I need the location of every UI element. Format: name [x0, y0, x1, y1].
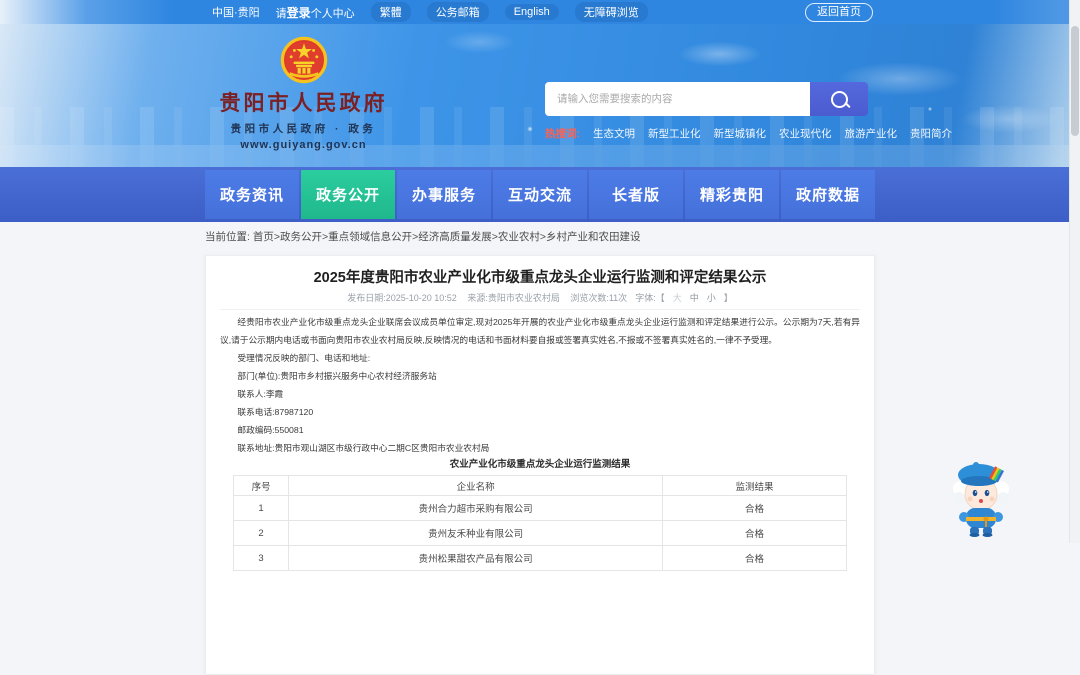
hot-word-link[interactable]: 农业现代化 — [779, 126, 832, 141]
nav-item-banshi-fuwu[interactable]: 办事服务 — [397, 170, 491, 219]
col-header-result: 监测结果 — [662, 475, 847, 496]
breadcrumb-path[interactable]: 首页>政务公开>重点领域信息公开>经济高质量发展>农业农村>乡村产业和农田建设 — [253, 231, 641, 243]
scrollbar-track[interactable] — [1069, 0, 1080, 543]
font-size-small-button[interactable]: 小 — [707, 293, 716, 303]
font-size-label: 字体:【 — [635, 293, 665, 303]
search-button[interactable] — [810, 82, 868, 116]
back-home-button[interactable]: 返回首页 — [805, 3, 873, 22]
article-card: 2025年度贵阳市农业产业化市级重点龙头企业运行监测和评定结果公示 发布日期:2… — [205, 255, 875, 675]
hot-word-link[interactable]: 新型工业化 — [648, 126, 701, 141]
col-header-no: 序号 — [232, 475, 290, 496]
site-subtitle: 贵阳市人民政府 · 政务 — [230, 123, 377, 135]
hot-word-link[interactable]: 旅游产业化 — [845, 126, 898, 141]
cell-result: 合格 — [662, 520, 847, 546]
cell-result: 合格 — [662, 495, 847, 521]
cell-company: 贵州合力超市采购有限公司 — [288, 495, 664, 521]
publish-date: 发布日期:2025-10-20 10:52 — [347, 293, 457, 303]
col-header-company: 企业名称 — [288, 475, 664, 496]
site-title: 贵阳市人民政府 — [219, 91, 388, 115]
cell-no: 2 — [232, 520, 290, 546]
traditional-chinese-link[interactable]: 繁體 — [370, 2, 411, 22]
cell-no: 3 — [232, 545, 290, 571]
national-emblem-icon — [280, 36, 327, 84]
english-link[interactable]: English — [504, 4, 559, 20]
top-utility-bar: 中国·贵阳 请登录个人中心 繁體 公务邮箱 English 无障碍浏览 返回首页 — [0, 0, 1080, 24]
article-paragraph: 联系人:李霞 — [237, 389, 284, 399]
font-size-label-close: 】 — [723, 293, 733, 303]
nav-item-zhengwu-gongkai[interactable]: 政务公开 — [301, 170, 395, 219]
article-paragraph: 受理情况反映的部门、电话和地址: — [237, 353, 371, 363]
article-paragraph: 经贵阳市农业产业化市级重点龙头企业联席会议成员单位审定,现对2025年开展的农业… — [220, 317, 860, 345]
font-size-medium-button[interactable]: 中 — [690, 293, 699, 303]
login-link[interactable]: 请登录个人中心 — [276, 4, 355, 21]
topbar-links: 中国·贵阳 请登录个人中心 繁體 公务邮箱 English 无障碍浏览 — [212, 2, 648, 22]
nav-item-zhengfu-shuju[interactable]: 政府数据 — [781, 170, 875, 219]
nav-items: 政务资讯 政务公开 办事服务 互动交流 长者版 精彩贵阳 政府数据 — [205, 170, 875, 219]
nav-item-zhangzhe-ban[interactable]: 长者版 — [589, 170, 683, 219]
breadcrumb-label: 当前位置: — [205, 231, 250, 243]
login-suffix: 个人中心 — [310, 7, 355, 20]
official-mail-link[interactable]: 公务邮箱 — [426, 2, 489, 22]
nav-item-zhengwu-zixun[interactable]: 政务资讯 — [205, 170, 299, 219]
hot-word-link[interactable]: 新型城镇化 — [714, 126, 767, 141]
cell-no: 1 — [232, 495, 290, 521]
login-prefix: 请 — [275, 7, 287, 20]
nav-item-hudong-jiaoliu[interactable]: 互动交流 — [493, 170, 587, 219]
view-count: 浏览次数:11次 — [570, 293, 628, 303]
breadcrumb: 当前位置: 首页>政务公开>重点领域信息公开>经济高质量发展>农业农村>乡村产业… — [205, 229, 641, 244]
main-navigation: 政务资讯 政务公开 办事服务 互动交流 长者版 精彩贵阳 政府数据 — [0, 167, 1080, 222]
hot-search-words: 热搜词: 生态文明 新型工业化 新型城镇化 农业现代化 旅游产业化 贵阳简介 — [545, 126, 952, 141]
site-url: www.guiyang.gov.cn — [240, 139, 367, 151]
monitor-result-table: 序号 企业名称 监测结果 1 贵州合力超市采购有限公司 合格 2 贵州友禾种业有… — [232, 475, 847, 571]
search-input[interactable] — [545, 82, 810, 116]
hot-search-label: 热搜词: — [545, 128, 580, 140]
hot-word-link[interactable]: 生态文明 — [593, 126, 635, 141]
search-box — [545, 82, 870, 116]
nav-item-jingcai-guiyang[interactable]: 精彩贵阳 — [685, 170, 779, 219]
accessibility-link[interactable]: 无障碍浏览 — [574, 2, 648, 22]
article-title: 2025年度贵阳市农业产业化市级重点龙头企业运行监测和评定结果公示 — [313, 270, 767, 286]
article-paragraph: 邮政编码:550081 — [237, 425, 304, 435]
font-size-large-button[interactable]: 大 — [673, 293, 682, 303]
table-row: 3 贵州松果甜农产品有限公司 合格 — [232, 545, 847, 571]
article-source: 来源:贵阳市农业农村局 — [467, 293, 560, 303]
table-caption: 农业产业化市级重点龙头企业运行监测结果 — [449, 459, 631, 470]
table-row: 1 贵州合力超市采购有限公司 合格 — [232, 495, 847, 521]
scrollbar-thumb[interactable] — [1071, 26, 1079, 136]
article-body: 经贵阳市农业产业化市级重点龙头企业联席会议成员单位审定,现对2025年开展的农业… — [220, 313, 860, 457]
search-icon — [830, 90, 848, 108]
header-banner: 贵阳市人民政府 贵阳市人民政府 · 政务 www.guiyang.gov.cn … — [0, 24, 1080, 167]
article-paragraph: 部门(单位):贵阳市乡村振兴服务中心农村经济服务站 — [237, 371, 437, 381]
cell-company: 贵州松果甜农产品有限公司 — [288, 545, 664, 571]
table-header-row: 序号 企业名称 监测结果 — [232, 475, 847, 496]
table-row: 2 贵州友禾种业有限公司 合格 — [232, 520, 847, 546]
region-link[interactable]: 中国·贵阳 — [212, 4, 260, 20]
mascot-widget[interactable] — [950, 457, 1012, 537]
site-logo[interactable]: 贵阳市人民政府 贵阳市人民政府 · 政务 www.guiyang.gov.cn — [196, 36, 411, 151]
cell-result: 合格 — [662, 545, 847, 571]
cell-company: 贵州友禾种业有限公司 — [288, 520, 664, 546]
search-area: 热搜词: 生态文明 新型工业化 新型城镇化 农业现代化 旅游产业化 贵阳简介 — [545, 82, 952, 141]
hot-word-link[interactable]: 贵阳简介 — [910, 126, 952, 141]
login-strong: 登录 — [286, 5, 311, 20]
article-paragraph: 联系电话:87987120 — [237, 407, 314, 417]
article-meta: 发布日期:2025-10-20 10:52 来源:贵阳市农业农村局 浏览次数:1… — [220, 292, 860, 310]
article-paragraph: 联系地址:贵阳市观山湖区市级行政中心二期C区贵阳市农业农村局 — [237, 443, 490, 453]
